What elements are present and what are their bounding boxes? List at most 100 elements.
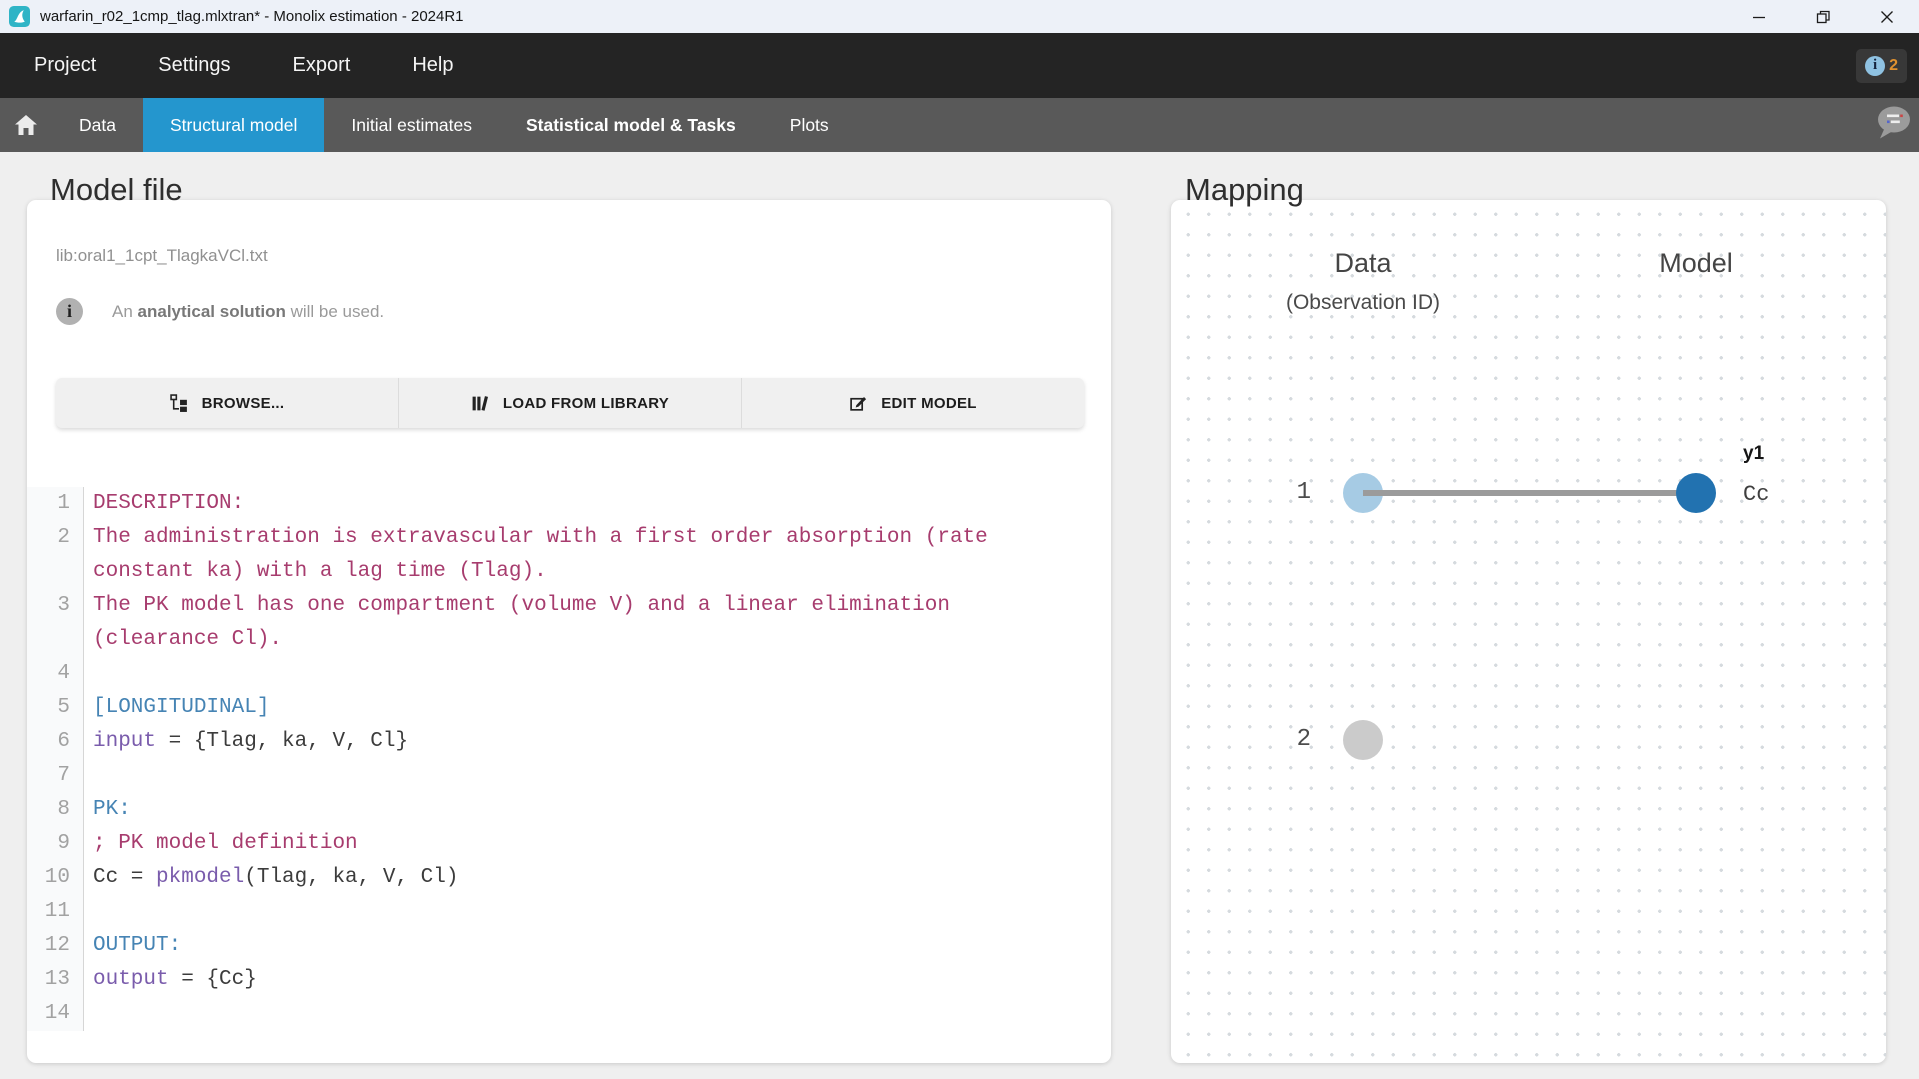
info-note-bold: analytical solution: [138, 302, 286, 321]
model-node[interactable]: [1676, 473, 1716, 513]
feedback-chat-button[interactable]: [1873, 104, 1913, 147]
browse-button[interactable]: BROWSE...: [56, 378, 399, 428]
mapping-row-2: 2: [1171, 720, 1886, 760]
home-tab[interactable]: [0, 98, 52, 152]
menu-help[interactable]: Help: [412, 54, 453, 77]
restore-button[interactable]: [1791, 0, 1855, 33]
code-row: 14: [27, 997, 1024, 1031]
model-file-actions: BROWSE... LOAD FROM LIBRARY EDIT MODEL: [56, 378, 1084, 428]
model-output-name: y1: [1743, 443, 1764, 465]
monolix-app-icon: [9, 6, 30, 27]
model-file-heading: Model file: [50, 168, 183, 212]
code-row: 1DESCRIPTION:: [27, 487, 1024, 521]
button-label: LOAD FROM LIBRARY: [503, 395, 669, 412]
menu-export[interactable]: Export: [293, 54, 351, 77]
code-row: 11: [27, 895, 1024, 929]
code-row: 8PK:: [27, 793, 1024, 827]
observation-id: 1: [1251, 479, 1311, 506]
code-row: 10Cc = pkmodel(Tlag, ka, V, Cl): [27, 861, 1024, 895]
edit-model-button[interactable]: EDIT MODEL: [742, 378, 1084, 428]
edit-model-icon: [849, 394, 868, 413]
mapping-model-column-title: Model: [1659, 248, 1733, 279]
menu-project[interactable]: Project: [34, 54, 96, 77]
line-number: 13: [27, 963, 84, 997]
model-code-editor[interactable]: 1DESCRIPTION:2The administration is extr…: [27, 487, 1024, 1031]
mapping-row-1: 1y1Cc: [1171, 473, 1886, 513]
code-line: The administration is extravascular with…: [84, 521, 1024, 589]
load-from-library-button[interactable]: LOAD FROM LIBRARY: [399, 378, 742, 428]
code-line: ; PK model definition: [84, 827, 1024, 861]
model-output-variable: Cc: [1743, 482, 1769, 507]
code-line: OUTPUT:: [84, 929, 1024, 963]
analytical-solution-note: i An analytical solution will be used.: [56, 298, 384, 325]
mapping-connector: [1363, 490, 1696, 496]
mapping-data-column-title: Data: [1334, 248, 1391, 279]
tab-structural-model[interactable]: Structural model: [143, 98, 324, 152]
info-icon: i: [56, 298, 83, 325]
code-row: 4: [27, 657, 1024, 691]
monolix-window: warfarin_r02_1cmp_tlag.mlxtran* - Monoli…: [0, 0, 1919, 1079]
code-row: 6input = {Tlag, ka, V, Cl}: [27, 725, 1024, 759]
line-number: 8: [27, 793, 84, 827]
close-icon: [1880, 10, 1894, 24]
window-title: warfarin_r02_1cmp_tlag.mlxtran* - Monoli…: [40, 8, 464, 25]
line-number: 4: [27, 657, 84, 691]
code-line: Cc = pkmodel(Tlag, ka, V, Cl): [84, 861, 1024, 895]
line-number: 14: [27, 997, 84, 1031]
info-icon: i: [1865, 56, 1885, 76]
code-row: 13output = {Cc}: [27, 963, 1024, 997]
code-line: The PK model has one compartment (volume…: [84, 589, 1024, 657]
line-number: 1: [27, 487, 84, 521]
titlebar: warfarin_r02_1cmp_tlag.mlxtran* - Monoli…: [0, 0, 1919, 33]
window-controls: [1727, 0, 1919, 33]
code-line: PK:: [84, 793, 1024, 827]
tabs-container: DataStructural modelInitial estimatesSta…: [52, 98, 856, 152]
chat-bubble-icon: [1873, 104, 1913, 142]
notification-count: 2: [1889, 57, 1898, 75]
home-icon: [15, 115, 37, 135]
code-row: 7: [27, 759, 1024, 793]
restore-icon: [1816, 10, 1830, 24]
main-content: Model file Mapping lib:oral1_1cpt_Tlagka…: [0, 152, 1919, 1079]
tab-statistical-model-tasks[interactable]: Statistical model & Tasks: [499, 98, 763, 152]
observation-id: 2: [1251, 726, 1311, 753]
code-row: 2The administration is extravascular wit…: [27, 521, 1024, 589]
code-line: input = {Tlag, ka, V, Cl}: [84, 725, 1024, 759]
menubar-items: Project Settings Export Help: [34, 54, 453, 77]
line-number: 3: [27, 589, 84, 657]
data-node[interactable]: [1343, 720, 1383, 760]
code-line: [LONGITUDINAL]: [84, 691, 1024, 725]
browse-icon: [170, 394, 189, 413]
code-row: 9; PK model definition: [27, 827, 1024, 861]
info-note-text: An analytical solution will be used.: [112, 302, 384, 322]
line-number: 11: [27, 895, 84, 929]
button-label: EDIT MODEL: [881, 395, 977, 412]
tabbar: DataStructural modelInitial estimatesSta…: [0, 98, 1919, 152]
line-number: 2: [27, 521, 84, 589]
tab-initial-estimates[interactable]: Initial estimates: [324, 98, 499, 152]
minimize-icon: [1752, 10, 1766, 24]
line-number: 10: [27, 861, 84, 895]
line-number: 6: [27, 725, 84, 759]
button-label: BROWSE...: [202, 395, 285, 412]
code-line: [84, 759, 1024, 793]
code-line: [84, 997, 1024, 1031]
tab-plots[interactable]: Plots: [763, 98, 856, 152]
close-button[interactable]: [1855, 0, 1919, 33]
line-number: 7: [27, 759, 84, 793]
tab-data[interactable]: Data: [52, 98, 143, 152]
library-icon: [471, 394, 490, 413]
model-file-card: lib:oral1_1cpt_TlagkaVCl.txt i An analyt…: [27, 200, 1111, 1063]
info-note-suffix: will be used.: [286, 302, 384, 321]
notifications-badge[interactable]: i 2: [1856, 49, 1907, 83]
line-number: 9: [27, 827, 84, 861]
mapping-heading: Mapping: [1185, 168, 1304, 212]
code-row: 5[LONGITUDINAL]: [27, 691, 1024, 725]
code-line: [84, 895, 1024, 929]
info-note-prefix: An: [112, 302, 138, 321]
minimize-button[interactable]: [1727, 0, 1791, 33]
mapping-card: Data (Observation ID) Model 1y1Cc2: [1171, 200, 1886, 1063]
menu-settings[interactable]: Settings: [158, 54, 230, 77]
code-row: 12OUTPUT:: [27, 929, 1024, 963]
line-number: 12: [27, 929, 84, 963]
